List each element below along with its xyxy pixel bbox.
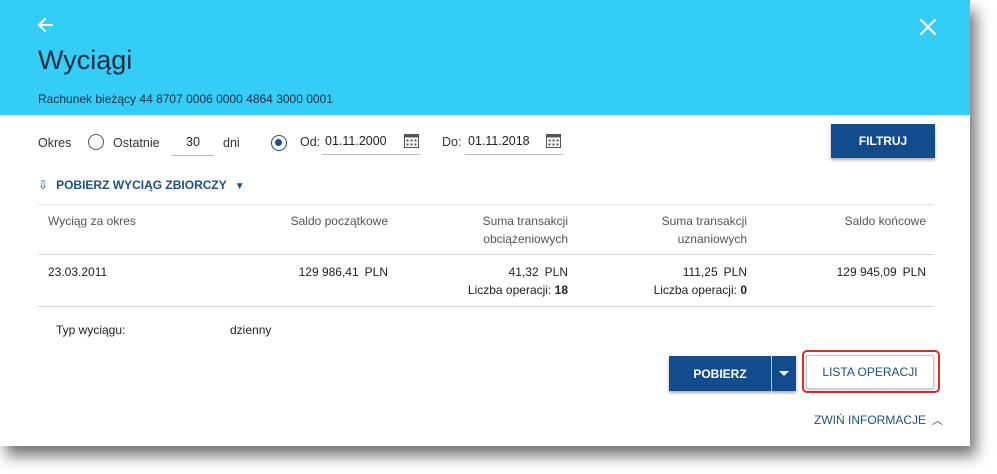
dni-label: dni <box>223 136 240 150</box>
filter-row: Okres Ostatnie dni Od: Do: FILTRUJ <box>0 123 970 163</box>
od-label: Od: <box>300 135 321 149</box>
filtruj-button[interactable]: FILTRUJ <box>831 124 935 158</box>
col-header-saldo-koncowe: Saldo końcowe <box>844 214 926 228</box>
cell-saldo-koncowe: 129 945,09 PLN <box>760 263 926 281</box>
page-title: Wyciągi <box>38 45 133 75</box>
obciazenia-ops-count: 18 <box>554 283 568 297</box>
account-label: Rachunek bieżący 44 8707 0006 0000 4864 … <box>38 92 333 106</box>
ops-label: Liczba operacji: <box>467 283 552 297</box>
pobierz-dropdown-button[interactable] <box>772 356 796 391</box>
lista-operacji-button[interactable]: LISTA OPERACJI <box>806 355 934 389</box>
back-arrow-icon[interactable] <box>36 14 56 36</box>
col-header-uznania-line2: uznaniowych <box>677 232 747 246</box>
table-bottom-divider <box>38 306 934 307</box>
typ-wyciagu-label: Typ wyciągu: <box>56 323 126 337</box>
col-header-obciazenia: Suma transakcji obciążeniowych <box>420 212 568 248</box>
currency-label: PLN <box>902 265 926 279</box>
obciazenia-value: 41,32 <box>508 265 539 279</box>
download-arrow-icon: ⇩ <box>38 178 49 192</box>
table-top-divider <box>38 204 934 205</box>
uznania-ops-count: 0 <box>740 283 747 297</box>
col-header-obciazenia-line1: Suma transakcji <box>482 214 568 228</box>
col-header-uznania: Suma transakcji uznaniowych <box>600 212 747 248</box>
calendar-icon[interactable] <box>404 133 419 148</box>
pobierz-button[interactable]: POBIERZ <box>669 356 771 391</box>
chevron-up-icon: ︿ <box>932 415 943 427</box>
typ-wyciagu-value: dzienny <box>230 323 272 337</box>
cell-period: 23.03.2011 <box>48 265 108 279</box>
radio-od-do[interactable] <box>271 135 287 151</box>
col-header-uznania-line1: Suma transakcji <box>661 214 747 228</box>
days-input[interactable] <box>172 129 214 156</box>
table-header-divider <box>38 254 934 255</box>
close-icon[interactable] <box>917 16 939 38</box>
currency-label: PLN <box>544 265 568 279</box>
pobierz-zbiorczy-label: POBIERZ WYCIĄG ZBIORCZY <box>56 178 227 192</box>
cell-saldo-poczatkowe: 129 986,41 PLN <box>200 263 388 281</box>
ops-label: Liczba operacji: <box>653 283 737 297</box>
ostatnie-label: Ostatnie <box>113 136 160 150</box>
pobierz-zbiorczy-link[interactable]: ⇩ POBIERZ WYCIĄG ZBIORCZY ▼ <box>38 178 245 192</box>
dialog-wrapper: Wyciągi Rachunek bieżący 44 8707 0006 00… <box>0 0 997 474</box>
col-header-period: Wyciąg za okres <box>48 214 136 228</box>
okres-label: Okres <box>38 136 72 150</box>
uznania-value: 111,25 <box>682 265 718 279</box>
header-bar: Wyciągi Rachunek bieżący 44 8707 0006 00… <box>0 0 970 115</box>
cell-obciazenia: 41,32 PLN Liczba operacji: 18 <box>400 263 568 299</box>
calendar-icon[interactable] <box>546 133 561 148</box>
currency-label: PLN <box>364 265 388 279</box>
radio-ostatnie[interactable] <box>88 134 104 150</box>
do-label: Do: <box>442 135 462 149</box>
saldo-poczatkowe-value: 129 986,41 <box>298 265 359 279</box>
currency-label: PLN <box>723 265 747 279</box>
caret-down-icon: ▼ <box>234 181 245 192</box>
cell-uznania: 111,25 PLN Liczba operacji: 0 <box>580 263 747 299</box>
zwin-informacje-link[interactable]: ZWIŃ INFORMACJE ︿ <box>814 412 943 428</box>
zwin-label: ZWIŃ INFORMACJE <box>814 413 926 427</box>
statements-panel: Wyciągi Rachunek bieżący 44 8707 0006 00… <box>0 0 970 446</box>
col-header-obciazenia-line2: obciążeniowych <box>483 232 568 246</box>
col-header-saldo-poczatkowe: Saldo początkowe <box>290 214 388 228</box>
saldo-koncowe-value: 129 945,09 <box>836 265 897 279</box>
